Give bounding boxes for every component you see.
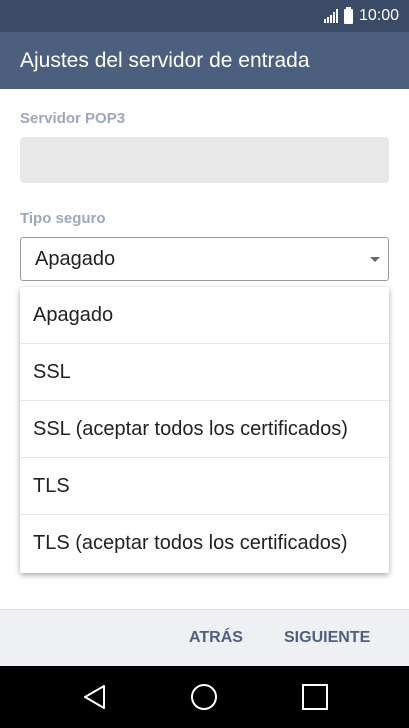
server-label: Servidor POP3	[20, 110, 126, 127]
status-bar: 10:00	[0, 0, 409, 32]
next-button[interactable]: SIGUIENTE	[284, 610, 370, 666]
dropdown-option-tls-all-certs[interactable]: TLS (aceptar todos los certificados)	[20, 515, 389, 572]
dropdown-option-ssl[interactable]: SSL	[20, 344, 389, 401]
security-type-value: Apagado	[35, 247, 116, 270]
app-bar: Ajustes del servidor de entrada	[0, 32, 409, 89]
server-input[interactable]	[20, 137, 389, 183]
security-type-label: Tipo seguro	[20, 210, 106, 227]
security-type-dropdown: Apagado SSL SSL (aceptar todos los certi…	[20, 287, 389, 573]
back-triangle-icon[interactable]	[78, 680, 112, 714]
dropdown-option-tls[interactable]: TLS	[20, 458, 389, 515]
signal-icon	[323, 9, 338, 23]
status-indicators: 10:00	[323, 0, 399, 32]
page-title: Ajustes del servidor de entrada	[20, 48, 310, 72]
status-time: 10:00	[358, 7, 399, 24]
action-bar: ATRÁS SIGUIENTE	[0, 609, 409, 666]
navigation-bar	[0, 666, 409, 728]
dropdown-option-apagado[interactable]: Apagado	[20, 287, 389, 344]
home-circle-icon[interactable]	[187, 680, 221, 714]
recents-square-icon[interactable]	[298, 680, 332, 714]
chevron-down-icon	[370, 257, 380, 262]
dropdown-option-ssl-all-certs[interactable]: SSL (aceptar todos los certificados)	[20, 401, 389, 458]
back-button[interactable]: ATRÁS	[189, 610, 243, 666]
battery-icon	[343, 6, 353, 24]
security-type-select[interactable]: Apagado	[20, 237, 389, 281]
